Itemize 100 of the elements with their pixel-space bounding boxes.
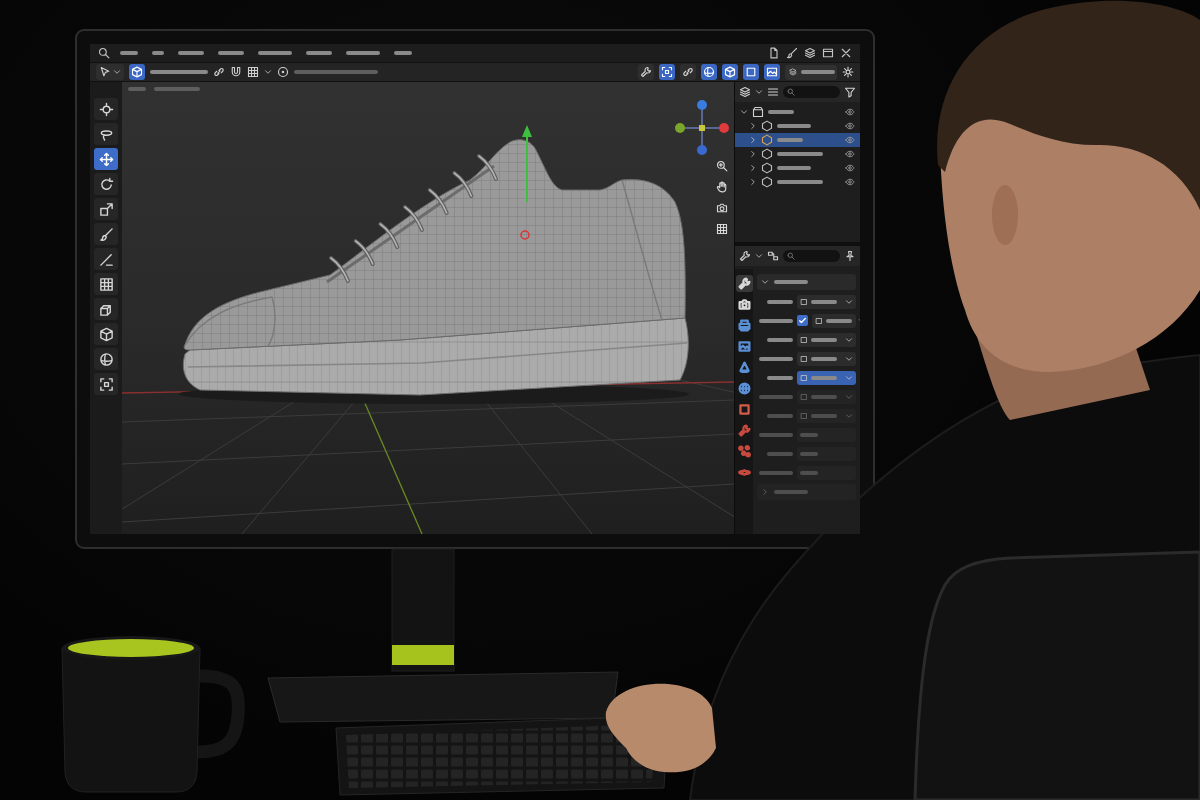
scale-icon <box>98 201 114 217</box>
caret-icon[interactable] <box>755 252 763 260</box>
blurred-text <box>811 394 837 399</box>
toggle-button[interactable] <box>659 64 675 80</box>
dropdown-field[interactable] <box>785 64 837 80</box>
blurred-text <box>768 110 794 114</box>
eye-icon[interactable] <box>845 149 855 159</box>
blurred-text <box>767 375 793 380</box>
pivot-icon[interactable] <box>277 66 289 78</box>
blurred-text <box>774 280 808 284</box>
caret-icon[interactable] <box>264 68 272 76</box>
move-icon <box>98 151 114 167</box>
window-icon[interactable] <box>822 47 834 59</box>
eye-icon[interactable] <box>845 107 855 117</box>
blurred-text <box>777 124 811 128</box>
frame-icon <box>98 376 114 392</box>
tool-button[interactable] <box>94 223 118 245</box>
caret-icon[interactable] <box>749 136 757 144</box>
search-icon[interactable] <box>98 47 110 59</box>
section-header[interactable] <box>757 274 856 290</box>
document-icon[interactable] <box>768 47 780 59</box>
caret-icon <box>845 335 853 344</box>
pin-icon[interactable] <box>844 250 856 262</box>
blurred-text <box>154 87 200 91</box>
blurred-text <box>777 152 823 156</box>
blurred-text <box>759 432 793 437</box>
caret-icon <box>761 488 769 496</box>
brush-icon[interactable] <box>786 47 798 59</box>
settings-icon[interactable] <box>842 66 854 78</box>
toggle-button[interactable] <box>638 64 654 80</box>
toggle-button[interactable] <box>764 64 780 80</box>
blurred-text <box>767 337 793 342</box>
caret-icon <box>761 278 769 286</box>
toggle-button[interactable] <box>701 64 717 80</box>
tool-button[interactable] <box>94 373 118 395</box>
caret-icon[interactable] <box>749 122 757 130</box>
object-icon <box>761 134 773 146</box>
tool-button[interactable] <box>94 248 118 270</box>
list-icon[interactable] <box>767 86 779 98</box>
caret-icon <box>845 354 853 363</box>
caret-icon <box>845 392 853 401</box>
tool-button[interactable] <box>94 198 118 220</box>
layers-icon[interactable] <box>739 86 751 98</box>
tool-button[interactable] <box>94 298 118 320</box>
caret-icon[interactable] <box>749 150 757 158</box>
link-icon[interactable] <box>213 66 225 78</box>
caret-icon[interactable] <box>749 164 757 172</box>
magnet-icon[interactable] <box>230 66 242 78</box>
eye-icon[interactable] <box>845 177 855 187</box>
filter-icon[interactable] <box>844 86 856 98</box>
blurred-text <box>774 490 808 494</box>
toggle-button[interactable] <box>129 64 145 80</box>
transform-gizmo[interactable] <box>520 125 532 240</box>
viewport[interactable] <box>122 82 734 534</box>
layers-icon[interactable] <box>804 47 816 59</box>
wrench-icon[interactable] <box>739 250 751 262</box>
collection-icon <box>752 106 764 118</box>
search-field[interactable] <box>783 86 840 98</box>
tool-button[interactable] <box>94 148 118 170</box>
dropdown-field[interactable] <box>797 332 856 347</box>
brush-icon <box>98 226 114 242</box>
camera-icon[interactable] <box>716 202 728 214</box>
blurred-text <box>759 318 793 323</box>
object-icon <box>761 148 773 160</box>
tool-button[interactable] <box>94 123 118 145</box>
blurred-text <box>150 70 208 74</box>
tool-button[interactable] <box>94 173 118 195</box>
toggle-button[interactable] <box>680 64 696 80</box>
zoom-icon[interactable] <box>716 160 728 172</box>
caret-icon[interactable] <box>740 108 748 116</box>
eye-icon[interactable] <box>845 163 855 173</box>
toggle-button[interactable] <box>722 64 738 80</box>
wrench-icon <box>640 66 652 78</box>
grid-icon[interactable] <box>247 66 259 78</box>
caret-icon[interactable] <box>755 88 763 96</box>
hand-icon[interactable] <box>716 181 728 193</box>
axis-gizmo[interactable] <box>675 100 729 155</box>
image-icon <box>766 66 778 78</box>
layers-icon <box>789 68 797 76</box>
blurred-text <box>811 337 837 342</box>
checkbox[interactable] <box>797 315 808 326</box>
dropdown-field[interactable] <box>797 294 856 309</box>
eye-icon[interactable] <box>845 121 855 131</box>
tool-button[interactable] <box>94 323 118 345</box>
close-icon[interactable] <box>840 47 852 59</box>
toggle-button[interactable] <box>743 64 759 80</box>
tool-button[interactable] <box>94 273 118 295</box>
blurred-text <box>777 180 823 184</box>
caret-icon <box>845 411 853 420</box>
caret-icon[interactable] <box>749 178 757 186</box>
dropdown-field[interactable] <box>797 370 856 385</box>
tool-button[interactable] <box>94 98 118 120</box>
crosshair-icon <box>98 101 114 117</box>
search-field[interactable] <box>783 250 840 262</box>
dropdown-field[interactable] <box>797 351 856 366</box>
grid-icon[interactable] <box>716 223 728 235</box>
tool-button[interactable] <box>94 348 118 370</box>
rotate-icon <box>98 176 114 192</box>
node-icon[interactable] <box>767 250 779 262</box>
mode-dropdown[interactable] <box>96 64 124 80</box>
